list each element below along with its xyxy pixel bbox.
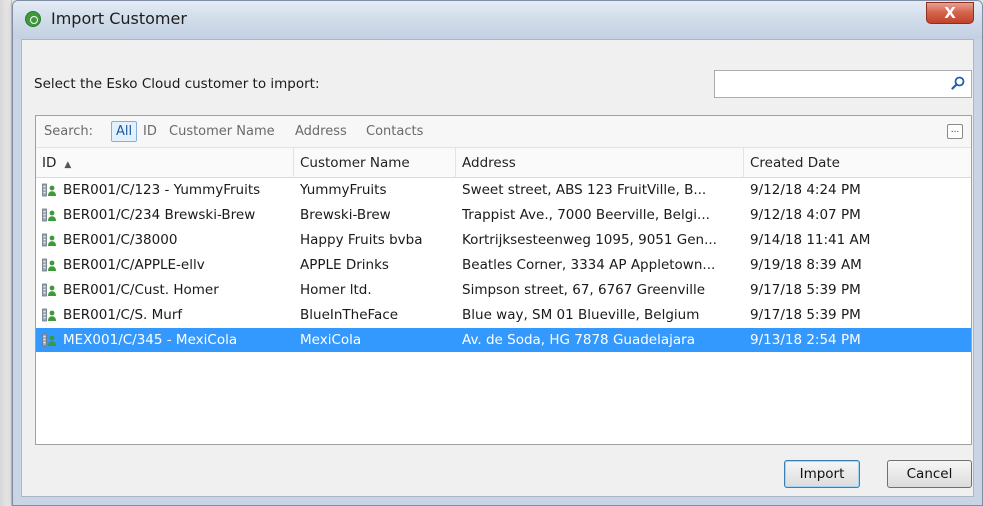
search-filter-bar: Search: All ID Customer Name Address Con… (36, 116, 971, 148)
close-button[interactable]: X (926, 2, 974, 24)
cell-address: Kortrijksesteenweg 1095, 9051 Gen... (462, 232, 717, 248)
select-prompt: Select the Esko Cloud customer to import… (34, 76, 320, 92)
column-header-address[interactable]: Address (456, 148, 744, 178)
search-filter-label: Search: (44, 124, 94, 139)
cell-created-date: 9/13/18 2:54 PM (750, 332, 861, 348)
cell-address: Av. de Soda, HG 7878 Guadelajara (462, 332, 695, 348)
cell-address: Sweet street, ABS 123 FruitVille, B... (462, 182, 707, 198)
table-row[interactable]: BER001/C/234 Brewski-Brew Brewski-Brew Tra… (36, 203, 971, 227)
cell-id: BER001/C/234 Brewski-Brew (63, 207, 256, 223)
title-bar[interactable]: Import Customer X (13, 1, 982, 39)
cell-id: BER001/C/S. Murf (63, 307, 183, 323)
cell-customer-name: BlueInTheFace (300, 307, 399, 323)
cell-customer-name: APPLE Drinks (300, 257, 389, 273)
cell-customer-name: MexiCola (300, 332, 362, 348)
search-icon[interactable] (951, 76, 965, 90)
background-window-edge (0, 0, 12, 506)
table-row[interactable]: MEX001/C/345 - MexiCola MexiCola Av. de So… (36, 328, 971, 352)
cell-id: MEX001/C/345 - MexiCola (63, 332, 238, 348)
cell-address: Simpson street, 67, 6767 Greenville (462, 282, 706, 298)
cell-customer-name: Happy Fruits bvba (300, 232, 423, 248)
customer-icon (42, 233, 57, 247)
table-row[interactable]: BER001/C/38000 Happy Fruits bvba Kortrijks… (36, 228, 971, 252)
column-header-customer-name[interactable]: Customer Name (294, 148, 456, 178)
import-button[interactable]: Import (784, 460, 860, 488)
table-row[interactable]: BER001/C/Cust. Homer Homer ltd. Simpson st… (36, 278, 971, 302)
sort-ascending-icon: ▲ (64, 160, 72, 170)
column-header-created-date[interactable]: Created Date (744, 148, 971, 178)
customer-icon (42, 183, 57, 197)
table-row[interactable]: BER001/C/123 - YummyFruits YummyFruits Swe… (36, 178, 971, 202)
app-icon (25, 11, 41, 27)
cell-address: Blue way, SM 01 Blueville, Belgium (462, 307, 700, 323)
column-header-id[interactable]: ID ▲ (36, 148, 294, 178)
customer-icon (42, 208, 57, 222)
customer-icon (42, 258, 57, 272)
cell-customer-name: Homer ltd. (300, 282, 372, 298)
table-row[interactable]: BER001/C/S. Murf BlueInTheFace Blue way, S… (36, 303, 971, 327)
search-option-address[interactable]: Address (295, 124, 347, 139)
search-option-all[interactable]: All (111, 121, 138, 142)
more-options-button[interactable]: ... (947, 124, 963, 139)
cell-address: Beatles Corner, 3334 AP Appletown... (462, 257, 716, 273)
cell-created-date: 9/17/18 5:39 PM (750, 307, 861, 323)
search-option-contacts[interactable]: Contacts (366, 124, 423, 139)
window-title: Import Customer (51, 9, 187, 28)
customer-list-panel: Search: All ID Customer Name Address Con… (35, 115, 972, 445)
cell-id: BER001/C/123 - YummyFruits (63, 182, 261, 198)
cell-created-date: 9/12/18 4:07 PM (750, 207, 861, 223)
cancel-button[interactable]: Cancel (887, 460, 972, 488)
cell-id: BER001/C/38000 (63, 232, 178, 248)
cell-address: Trappist Ave., 7000 Beerville, Belgi... (462, 207, 710, 223)
customer-icon (42, 333, 57, 347)
table-row[interactable]: BER001/C/APPLE-ellv APPLE Drinks Beatles C… (36, 253, 971, 277)
cell-id: BER001/C/Cust. Homer (63, 282, 219, 298)
search-option-id[interactable]: ID (143, 124, 157, 139)
customer-search-input[interactable] (714, 70, 972, 98)
cell-id: BER001/C/APPLE-ellv (63, 257, 205, 273)
search-option-customer-name[interactable]: Customer Name (169, 124, 275, 139)
cell-customer-name: YummyFruits (300, 182, 387, 198)
table-header: ID ▲ Customer Name Address Created Date (36, 148, 971, 178)
cell-created-date: 9/12/18 4:24 PM (750, 182, 861, 198)
cell-created-date: 9/19/18 8:39 AM (750, 257, 862, 273)
cell-created-date: 9/17/18 5:39 PM (750, 282, 861, 298)
import-customer-dialog: Import Customer X Select the Esko Cloud … (12, 0, 983, 506)
customer-icon (42, 308, 57, 322)
dialog-content: Select the Esko Cloud customer to import… (21, 39, 974, 497)
cell-customer-name: Brewski-Brew (300, 207, 391, 223)
cell-created-date: 9/14/18 11:41 AM (750, 232, 871, 248)
customer-icon (42, 283, 57, 297)
